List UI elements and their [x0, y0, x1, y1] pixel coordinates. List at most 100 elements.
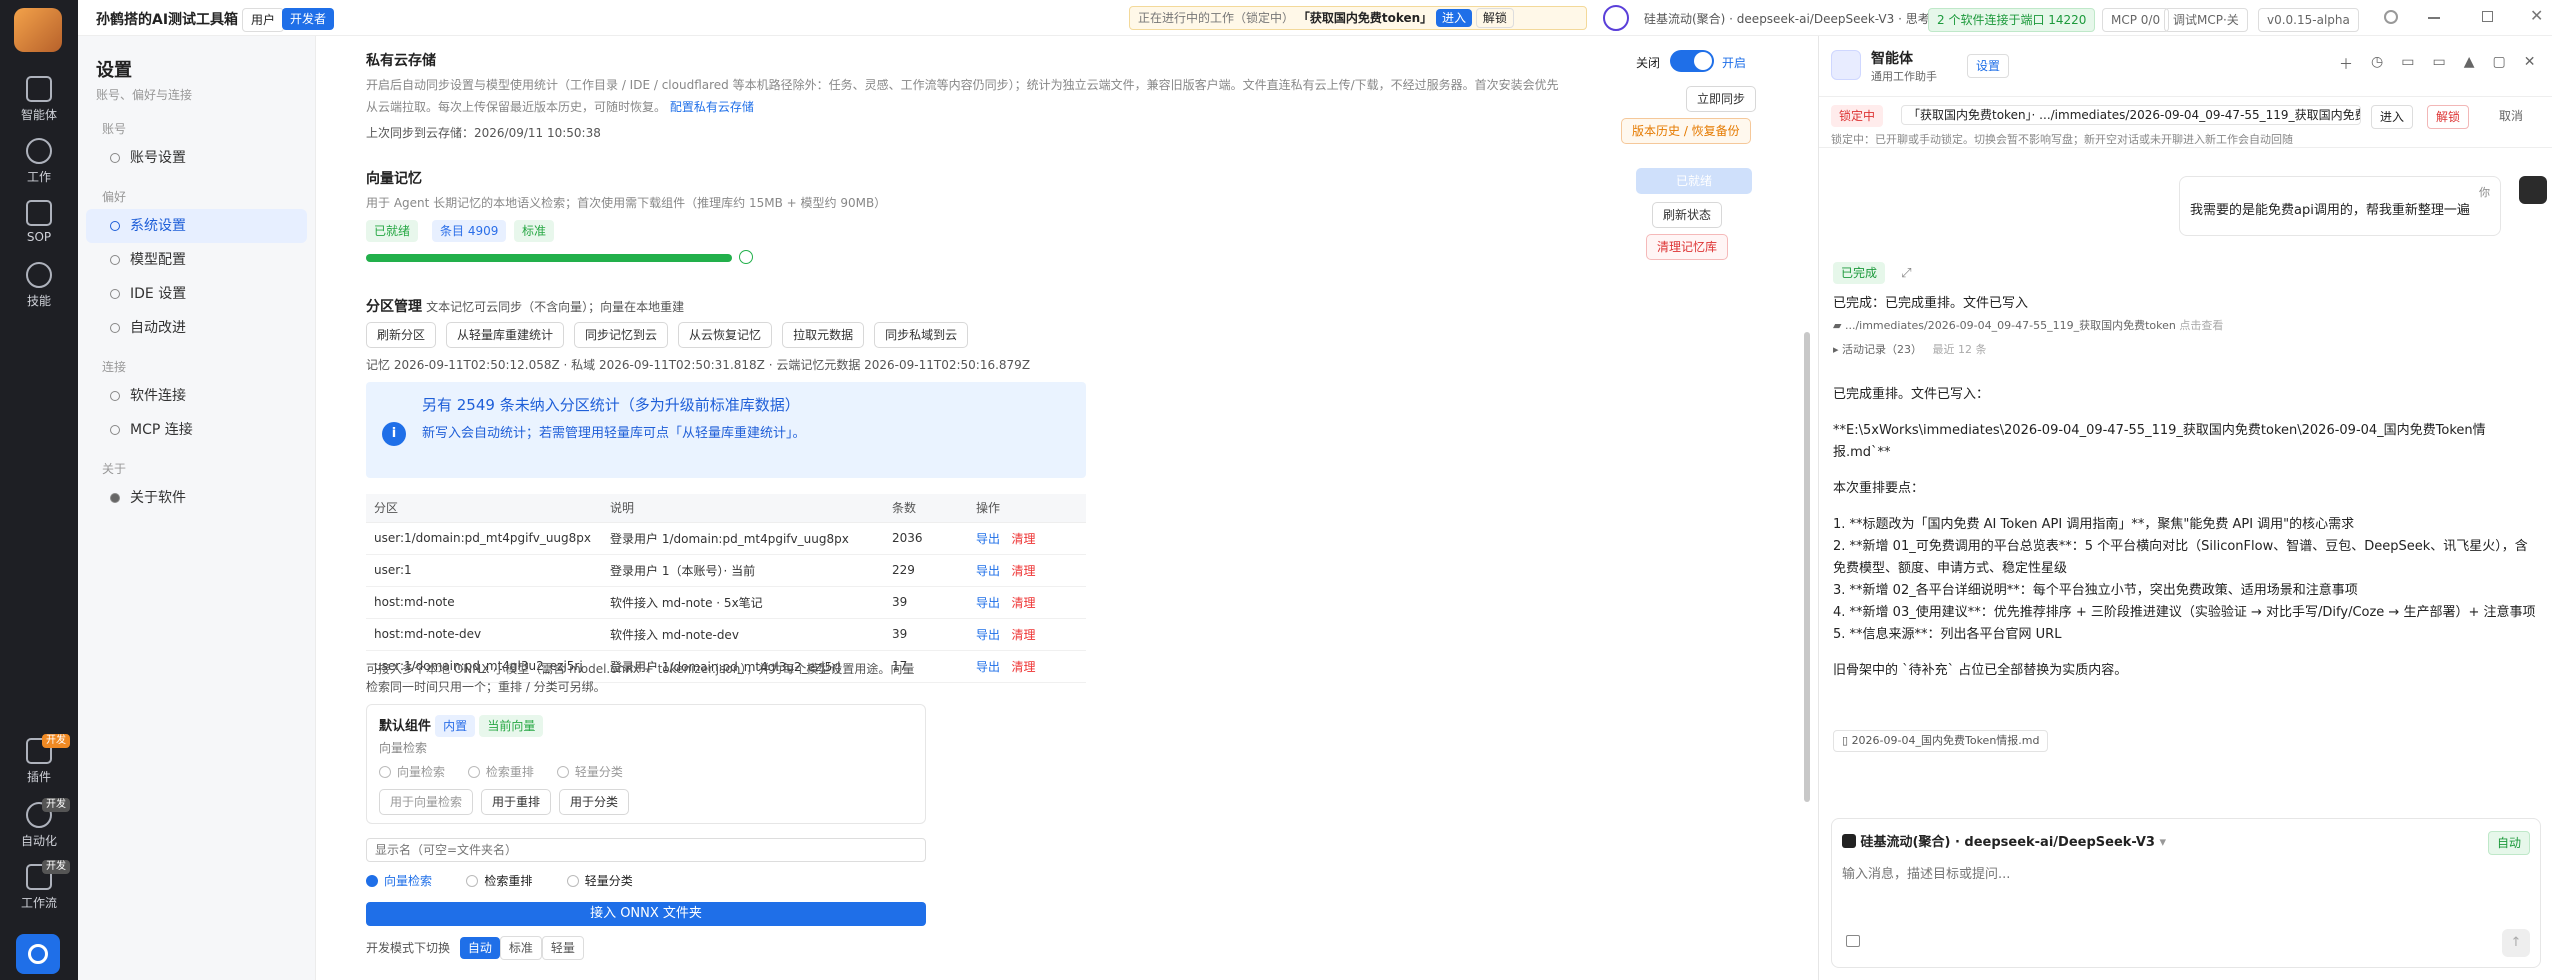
monitor-icon[interactable]: ▭ [2432, 54, 2445, 74]
pull-meta-button[interactable]: 拉取元数据 [782, 322, 865, 348]
cloud-toggle[interactable] [1670, 50, 1714, 72]
restore-memory-button[interactable]: 从云恢复记忆 [678, 322, 773, 348]
export-link[interactable]: 导出 [976, 532, 1000, 546]
nav-item-autoimprove[interactable]: 自动改进 [86, 311, 307, 345]
default-sub: 向量检索 [379, 741, 428, 755]
clear-link[interactable]: 清理 [1011, 628, 1035, 642]
rail-item-plugin[interactable]: 插件 开发 [0, 734, 78, 785]
content-scrollbar[interactable] [1804, 332, 1810, 802]
history-button[interactable]: 版本历史 / 恢复备份 [1621, 118, 1751, 144]
new-chat-icon[interactable]: ＋ [2339, 54, 2353, 74]
sparkle-icon [26, 262, 52, 288]
refresh-status-button[interactable]: 刷新状态 [1652, 202, 1723, 228]
nav-item-ide[interactable]: IDE 设置 [86, 277, 307, 311]
image-attach-icon[interactable] [1846, 935, 1860, 947]
nav-item-system[interactable]: 系统设置 [86, 209, 307, 243]
reply-line: 3. **新增 02_各平台详细说明**：每个平台独立小节，突出免费政策、适用场… [1833, 583, 2358, 598]
nav-item-account[interactable]: 账号设置 [86, 141, 307, 175]
partition-actions: 刷新分区 从轻量库重建统计 同步记忆到云 从云恢复记忆 拉取元数据 同步私域到云 [366, 322, 969, 348]
rail-item-agent[interactable]: 智能体 [0, 76, 78, 123]
mode-developer[interactable]: 开发者 [282, 8, 335, 30]
output-file-chip[interactable]: ▯ 2026-09-04_国内免费Token情报.md [1833, 730, 2049, 752]
version-badge: v0.0.15-alpha [2258, 8, 2359, 32]
mode-user[interactable]: 用户 [242, 8, 285, 32]
archive-icon[interactable]: ▭ [2401, 54, 2414, 74]
partition-header: 分区管理 文本记忆可云同步（不含向量）；向量在本地重建 [366, 299, 685, 315]
clear-link[interactable]: 清理 [1011, 660, 1035, 674]
history-icon[interactable]: ◷ [2371, 54, 2383, 74]
connect-onnx-button[interactable]: 接入 ONNX 文件夹 [366, 902, 926, 926]
rail-item-work[interactable]: 工作 [0, 138, 78, 185]
info-icon: i [382, 422, 406, 446]
use-classify-button[interactable]: 用于分类 [559, 789, 630, 815]
maximize-icon[interactable] [2482, 11, 2493, 22]
export-link[interactable]: 导出 [976, 596, 1000, 610]
usage-rerank[interactable]: 检索重排 [466, 874, 532, 888]
rebuild-stats-button[interactable]: 从轻量库重建统计 [446, 322, 565, 348]
clear-memory-button[interactable]: 清理记忆库 [1646, 234, 1729, 260]
lock-enter-button[interactable]: 进入 [2371, 105, 2414, 129]
mode-light[interactable]: 轻量 [541, 936, 584, 960]
lock-cancel-button[interactable]: 取消 [2491, 105, 2531, 127]
app-logo[interactable] [14, 8, 62, 52]
clear-link[interactable]: 清理 [1011, 532, 1035, 546]
warning-icon[interactable]: ▲ [2464, 54, 2475, 74]
sync-now-button[interactable]: 立即同步 [1686, 86, 1757, 112]
clear-link[interactable]: 清理 [1011, 596, 1035, 610]
mcp-status[interactable]: MCP 0/0 [2102, 8, 2170, 32]
sync-private-button[interactable]: 同步私域到云 [874, 322, 969, 348]
ready-button[interactable]: 已就绪 [1636, 168, 1752, 194]
activity-log[interactable]: ▸ 活动记录（23） 最近 12 条 [1833, 341, 2233, 357]
mode-auto[interactable]: 自动 [459, 937, 500, 959]
done-line: 已完成：已完成重排。文件已写入 [1833, 296, 2029, 311]
nav-item-model[interactable]: 模型配置 [86, 243, 307, 277]
clear-link[interactable]: 清理 [1011, 564, 1035, 578]
rail-item-sop[interactable]: SOP [0, 200, 78, 244]
cloud-config-link[interactable]: 配置私有云存储 [670, 100, 754, 114]
file-link[interactable]: ▰ .../immediates/2026-09-04_09-47-55_119… [1833, 317, 2233, 333]
rail-item-automation[interactable]: 自动化 开发 [0, 798, 78, 849]
nav-section-account: 账号 [102, 122, 127, 136]
enter-work-button[interactable]: 进入 [1436, 9, 1473, 27]
export-link[interactable]: 导出 [976, 660, 1000, 674]
minimize-icon[interactable] [2428, 17, 2440, 19]
debug-mcp[interactable]: 调试MCP·关 [2164, 8, 2248, 32]
usage-classify[interactable]: 轻量分类 [566, 874, 633, 888]
connection-status[interactable]: 2 个软件连接于端口 14220 [1928, 8, 2096, 32]
opt-vector[interactable]: 向量检索 [379, 765, 445, 779]
nav-item-about[interactable]: 关于软件 [86, 481, 307, 515]
composer-mode[interactable]: 自动 [2487, 831, 2530, 855]
message-input[interactable] [1842, 863, 2522, 913]
nav-item-software[interactable]: 软件连接 [86, 379, 307, 413]
chat-icon[interactable] [1603, 5, 1629, 31]
rail-item-workflow[interactable]: 工作流 开发 [0, 860, 78, 911]
opt-classify[interactable]: 轻量分类 [556, 765, 623, 779]
opt-rerank[interactable]: 检索重排 [467, 765, 534, 779]
export-link[interactable]: 导出 [976, 564, 1000, 578]
close-icon[interactable]: ✕ [2530, 6, 2543, 25]
settings-rail-button[interactable] [16, 934, 60, 974]
refresh-partition-button[interactable]: 刷新分区 [366, 322, 437, 348]
gear-icon[interactable] [2384, 10, 2398, 24]
unlock-button[interactable]: 解锁 [1475, 8, 1514, 28]
cell-partition: host:md-note [366, 586, 602, 619]
use-vector-button[interactable]: 用于向量检索 [379, 789, 474, 815]
sync-memory-button[interactable]: 同步记忆到云 [574, 322, 669, 348]
agent-settings-button[interactable]: 设置 [1967, 54, 2010, 78]
cloud-last-sync: 上次同步到云存储：2026/09/11 10:50:38 [366, 126, 601, 140]
expand-icon[interactable]: ⤢ [1901, 266, 1911, 281]
popout-icon[interactable]: ▢ [2492, 54, 2505, 74]
link-icon [110, 425, 120, 435]
export-link[interactable]: 导出 [976, 628, 1000, 642]
lock-path[interactable]: 「获取国内免费token」· .../immediates/2026-09-04… [1901, 105, 2361, 125]
display-name-input[interactable] [366, 838, 926, 862]
close-panel-icon[interactable]: ✕ [2524, 54, 2536, 74]
send-button[interactable]: ↑ [2502, 929, 2530, 957]
usage-vector[interactable]: 向量检索 [366, 874, 432, 888]
rail-item-skills[interactable]: 技能 [0, 262, 78, 309]
model-selector[interactable]: 硅基流动(聚合) · deepseek-ai/DeepSeek-V3 ▾ [1842, 831, 2166, 850]
use-rerank-button[interactable]: 用于重排 [481, 789, 552, 815]
lock-unlock-button[interactable]: 解锁 [2427, 105, 2470, 129]
mode-standard[interactable]: 标准 [499, 936, 542, 960]
nav-item-mcp[interactable]: MCP 连接 [86, 413, 307, 447]
